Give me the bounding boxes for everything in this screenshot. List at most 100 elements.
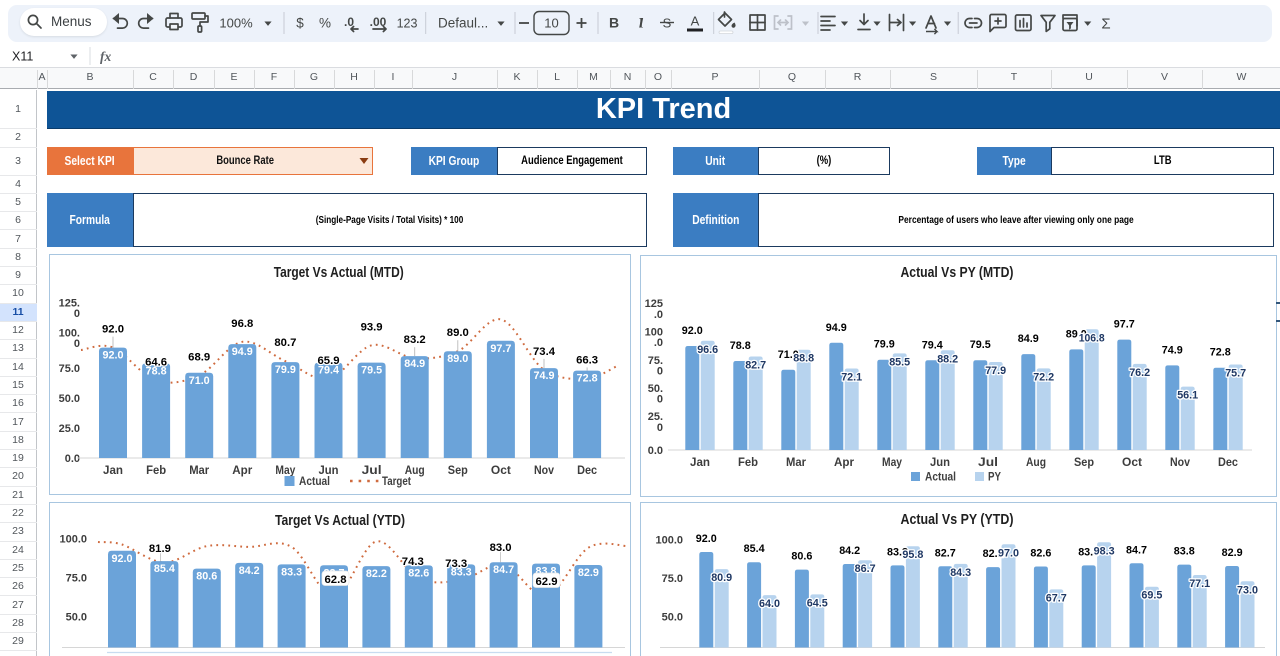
svg-text:Feb: Feb	[146, 465, 166, 477]
svg-text:Mar: Mar	[189, 465, 210, 477]
svg-text:80.6: 80.6	[196, 571, 217, 583]
svg-text:.0: .0	[654, 337, 663, 349]
svg-text:79.9: 79.9	[874, 339, 895, 351]
svg-text:0: 0	[657, 394, 663, 406]
svg-text:74.9: 74.9	[1162, 344, 1183, 356]
svg-text:Target Vs Actual (YTD): Target Vs Actual (YTD)	[275, 512, 405, 529]
svg-text:Aug: Aug	[1026, 457, 1046, 469]
svg-text:Apr: Apr	[834, 457, 855, 469]
svg-text:Menus: Menus	[51, 14, 92, 29]
svg-text:84.7: 84.7	[493, 564, 514, 576]
svg-text:84.2: 84.2	[239, 565, 260, 577]
svg-text:77.9: 77.9	[985, 365, 1006, 377]
svg-text:Actual: Actual	[299, 476, 330, 488]
svg-text:82.7: 82.7	[745, 360, 766, 372]
svg-text:56.1: 56.1	[1177, 390, 1198, 402]
svg-text:0: 0	[657, 365, 663, 377]
svg-text:Sep: Sep	[1074, 457, 1094, 469]
svg-text:50.0: 50.0	[66, 611, 87, 623]
svg-text:72.8: 72.8	[577, 373, 598, 385]
svg-text:Defaul...: Defaul...	[438, 16, 488, 31]
svg-text:Σ: Σ	[1101, 16, 1110, 33]
svg-text:92.0: 92.0	[112, 553, 133, 565]
svg-text:79.9: 79.9	[275, 364, 296, 376]
svg-text:85.4: 85.4	[154, 563, 175, 575]
svg-text:%: %	[319, 16, 331, 31]
svg-text:69.5: 69.5	[1141, 590, 1162, 602]
svg-text:81.9: 81.9	[149, 543, 171, 555]
svg-text:Actual: Actual	[925, 472, 956, 484]
svg-text:82.6: 82.6	[1030, 548, 1051, 560]
svg-text:79.4: 79.4	[922, 339, 944, 351]
svg-text:83.3: 83.3	[281, 566, 302, 578]
svg-text:84.7: 84.7	[1126, 544, 1147, 556]
svg-text:Jul: Jul	[362, 465, 382, 477]
svg-text:64.0: 64.0	[759, 598, 780, 610]
svg-text:93.9: 93.9	[361, 321, 383, 333]
svg-text:Nov: Nov	[1170, 457, 1191, 469]
svg-text:95.8: 95.8	[902, 549, 923, 561]
svg-text:Oct: Oct	[1122, 457, 1142, 469]
svg-text:71.0: 71.0	[189, 375, 210, 387]
svg-text:25.0: 25.0	[59, 423, 80, 435]
svg-text:Jun: Jun	[930, 457, 950, 469]
svg-text:.0: .0	[654, 309, 663, 321]
svg-text:73.4: 73.4	[533, 346, 556, 358]
svg-text:$: $	[296, 16, 304, 31]
svg-text:72.8: 72.8	[1210, 347, 1231, 359]
svg-text:73.0: 73.0	[1237, 584, 1258, 596]
svg-text:94.9: 94.9	[826, 322, 847, 334]
svg-text:82.2: 82.2	[366, 568, 387, 580]
svg-text:62.8: 62.8	[325, 574, 347, 586]
svg-text:Actual Vs PY (YTD): Actual Vs PY (YTD)	[901, 511, 1014, 528]
svg-text:92.0: 92.0	[102, 324, 124, 336]
svg-text:Jan: Jan	[690, 457, 710, 469]
svg-text:66.3: 66.3	[576, 354, 598, 366]
svg-text:64.6: 64.6	[145, 357, 167, 369]
svg-text:84.3: 84.3	[950, 567, 971, 579]
svg-text:79.5: 79.5	[361, 365, 382, 377]
svg-text:Oct: Oct	[491, 465, 511, 477]
svg-text:86.7: 86.7	[855, 563, 876, 575]
svg-text:10: 10	[544, 16, 558, 31]
svg-text:79.5: 79.5	[970, 339, 991, 351]
svg-text:96.8: 96.8	[231, 318, 253, 330]
svg-text:97.7: 97.7	[490, 343, 511, 355]
svg-text:fx: fx	[100, 49, 111, 64]
svg-text:97.7: 97.7	[1114, 319, 1135, 331]
svg-text:98.3: 98.3	[1094, 545, 1115, 557]
svg-text:123: 123	[397, 17, 418, 31]
svg-text:74.9: 74.9	[534, 370, 555, 382]
svg-text:92.0: 92.0	[103, 350, 124, 362]
svg-text:100.0: 100.0	[655, 535, 683, 547]
svg-text:77.1: 77.1	[1189, 578, 1210, 590]
svg-text:X11: X11	[12, 50, 33, 64]
svg-text:Target Vs Actual (MTD): Target Vs Actual (MTD)	[274, 264, 404, 281]
svg-text:65.9: 65.9	[318, 355, 340, 367]
svg-text:88.8: 88.8	[793, 353, 814, 365]
svg-text:80.6: 80.6	[791, 551, 812, 563]
svg-text:Target: Target	[382, 476, 411, 488]
svg-text:Sep: Sep	[448, 465, 468, 477]
svg-text:Actual Vs PY (MTD): Actual Vs PY (MTD)	[901, 264, 1014, 281]
svg-text:84.9: 84.9	[404, 358, 425, 370]
svg-text:72.2: 72.2	[1033, 371, 1054, 383]
svg-text:B: B	[609, 15, 619, 31]
svg-text:84.2: 84.2	[839, 545, 860, 557]
svg-text:85.4: 85.4	[744, 543, 766, 555]
svg-text:Nov: Nov	[534, 465, 555, 477]
svg-text:80.7: 80.7	[274, 337, 296, 349]
svg-text:67.7: 67.7	[1046, 592, 1067, 604]
svg-text:Jan: Jan	[103, 465, 123, 477]
svg-text:72.1: 72.1	[841, 372, 862, 384]
svg-text:Mar: Mar	[786, 457, 807, 469]
svg-text:83.2: 83.2	[404, 334, 426, 346]
svg-text:0: 0	[74, 338, 80, 350]
svg-text:68.9: 68.9	[188, 351, 210, 363]
svg-text:89.0: 89.0	[447, 327, 469, 339]
svg-text:82.9: 82.9	[578, 567, 599, 579]
svg-text:Dec: Dec	[577, 465, 598, 477]
svg-text:88.2: 88.2	[937, 353, 958, 365]
svg-text:0.0: 0.0	[648, 445, 663, 457]
svg-text:106.8: 106.8	[1079, 332, 1105, 344]
